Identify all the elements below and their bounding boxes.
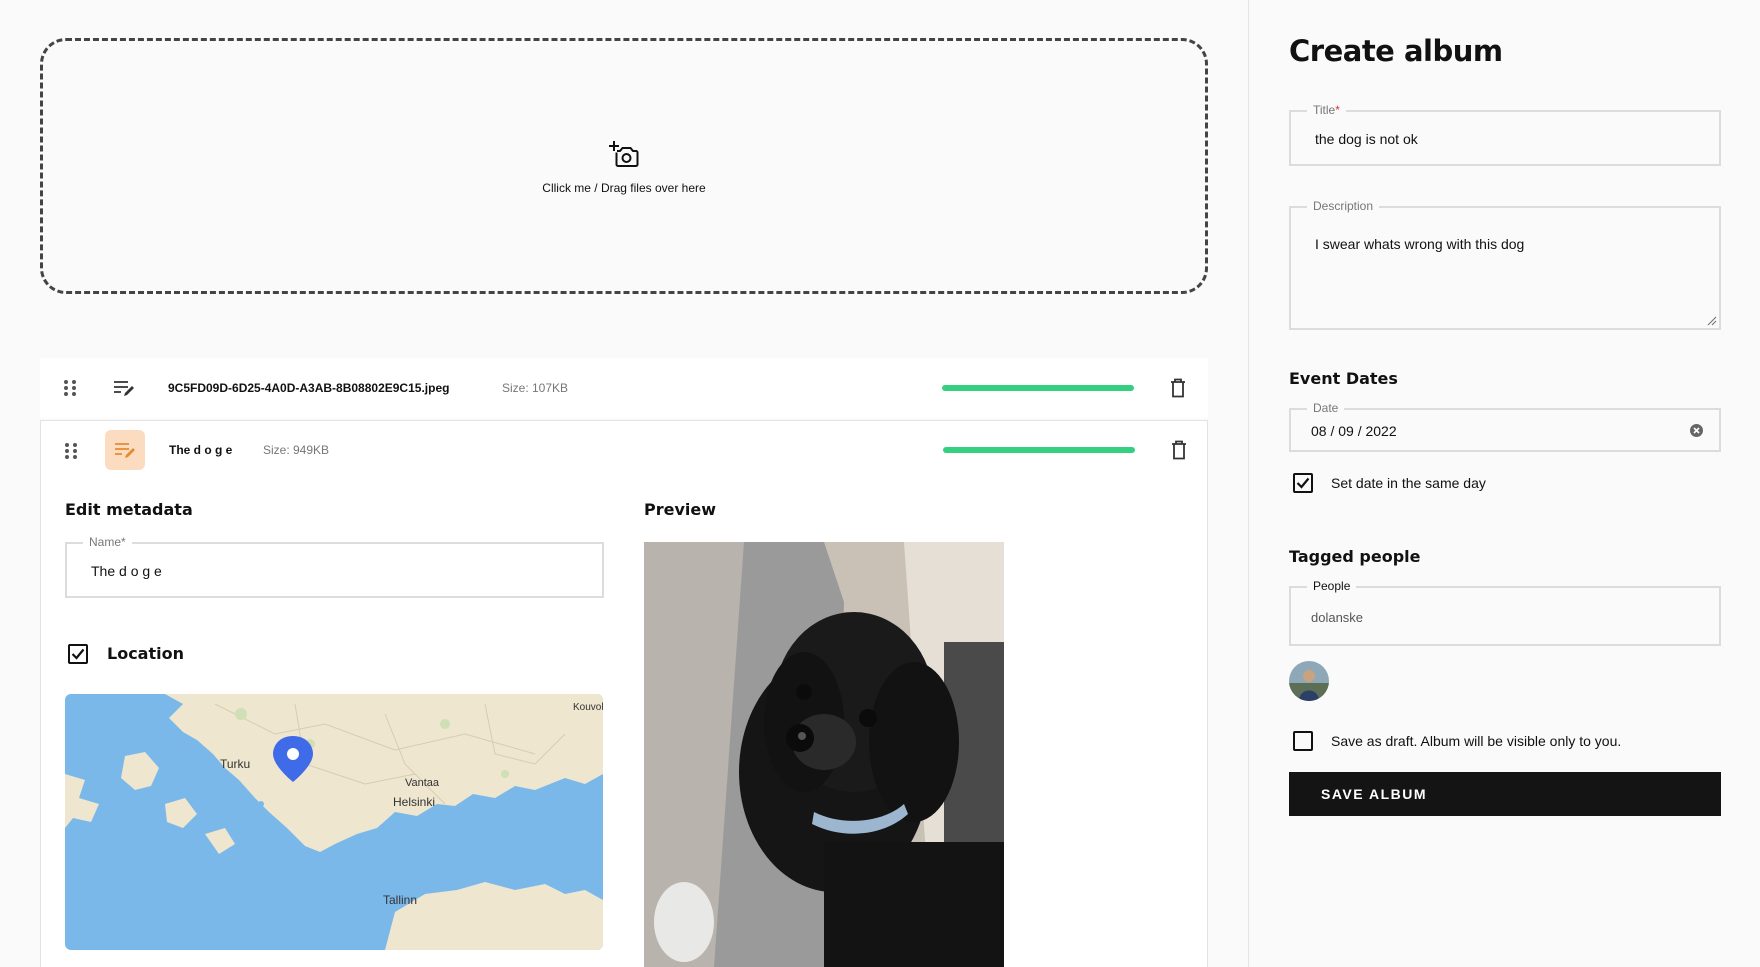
preview-title: Preview	[644, 500, 717, 519]
save-album-button[interactable]: SAVE ALBUM	[1289, 772, 1721, 816]
edit-metadata-title: Edit metadata	[65, 500, 193, 519]
map-label-vantaa: Vantaa	[405, 777, 440, 789]
edit-notes-icon	[114, 381, 134, 396]
page-title: Create album	[1289, 34, 1503, 68]
name-field[interactable]: Name* The d o g e	[65, 535, 604, 598]
resize-handle-icon[interactable]	[1705, 314, 1717, 326]
dropzone-text: Cllick me / Drag files over here	[542, 181, 706, 195]
file-size: Size: 107KB	[502, 381, 569, 395]
map-label-helsinki: Helsinki	[393, 795, 435, 809]
draft-label: Save as draft. Album will be visible onl…	[1331, 733, 1622, 749]
drag-handle-icon[interactable]	[64, 442, 78, 460]
delete-icon[interactable]	[1170, 378, 1186, 398]
drag-handle-icon[interactable]	[63, 379, 77, 397]
date-field[interactable]: Date 08 / 09 / 2022	[1289, 401, 1721, 452]
file-name: 9C5FD09D-6D25-4A0D-A3AB-8B08802E9C15.jpe…	[168, 381, 450, 395]
image-preview	[644, 542, 1004, 967]
date-label: Date	[1307, 401, 1345, 415]
file-dropzone[interactable]: Cllick me / Drag files over here	[40, 38, 1208, 294]
edit-metadata-button[interactable]	[104, 368, 144, 408]
event-dates-heading: Event Dates	[1289, 369, 1398, 388]
date-value: 08 / 09 / 2022	[1311, 423, 1397, 439]
location-map[interactable]: Turku Vantaa Helsinki Tallinn Kouvol	[65, 694, 603, 950]
description-label: Description	[1307, 199, 1380, 213]
people-value: dolanske	[1311, 610, 1364, 625]
upload-progress-bar	[943, 447, 1135, 453]
file-row: 9C5FD09D-6D25-4A0D-A3AB-8B08802E9C15.jpe…	[40, 358, 1208, 418]
add-photo-icon	[609, 141, 639, 167]
file-size: Size: 949KB	[263, 443, 330, 457]
location-checkbox[interactable]	[68, 644, 88, 664]
edit-notes-icon	[115, 443, 135, 458]
create-album-panel: Create album Title* the dog is not ok De…	[1248, 0, 1760, 967]
same-day-checkbox[interactable]	[1293, 473, 1313, 493]
clear-icon[interactable]	[1690, 424, 1703, 437]
map-label-kouvola: Kouvol	[573, 702, 603, 713]
tagged-people-heading: Tagged people	[1289, 547, 1421, 566]
description-field[interactable]: Description I swear whats wrong with thi…	[1289, 199, 1721, 330]
delete-icon[interactable]	[1171, 440, 1187, 460]
description-value: I swear whats wrong with this dog	[1315, 236, 1525, 252]
avatar[interactable]	[1289, 661, 1329, 701]
draft-checkbox[interactable]	[1293, 731, 1313, 751]
edit-metadata-button[interactable]	[105, 430, 145, 470]
name-value: The d o g e	[91, 563, 162, 579]
map-tiles: Turku Vantaa Helsinki Tallinn Kouvol	[65, 694, 603, 950]
title-field[interactable]: Title* the dog is not ok	[1289, 103, 1721, 166]
upload-panel: Cllick me / Drag files over here 9C5FD09…	[0, 0, 1248, 967]
location-label: Location	[107, 644, 184, 663]
people-label: People	[1307, 579, 1357, 593]
check-icon	[71, 648, 85, 660]
title-label: Title*	[1307, 103, 1346, 117]
upload-progress-bar	[942, 385, 1134, 391]
title-value: the dog is not ok	[1315, 131, 1418, 147]
dog-photo	[644, 542, 1004, 967]
people-field[interactable]: People dolanske	[1289, 579, 1721, 646]
map-label-tallinn: Tallinn	[383, 893, 417, 907]
file-name: The d o g e	[169, 443, 233, 457]
name-label: Name*	[83, 535, 132, 549]
map-label-turku: Turku	[220, 757, 250, 771]
same-day-label: Set date in the same day	[1331, 475, 1486, 491]
check-icon	[1296, 477, 1310, 489]
